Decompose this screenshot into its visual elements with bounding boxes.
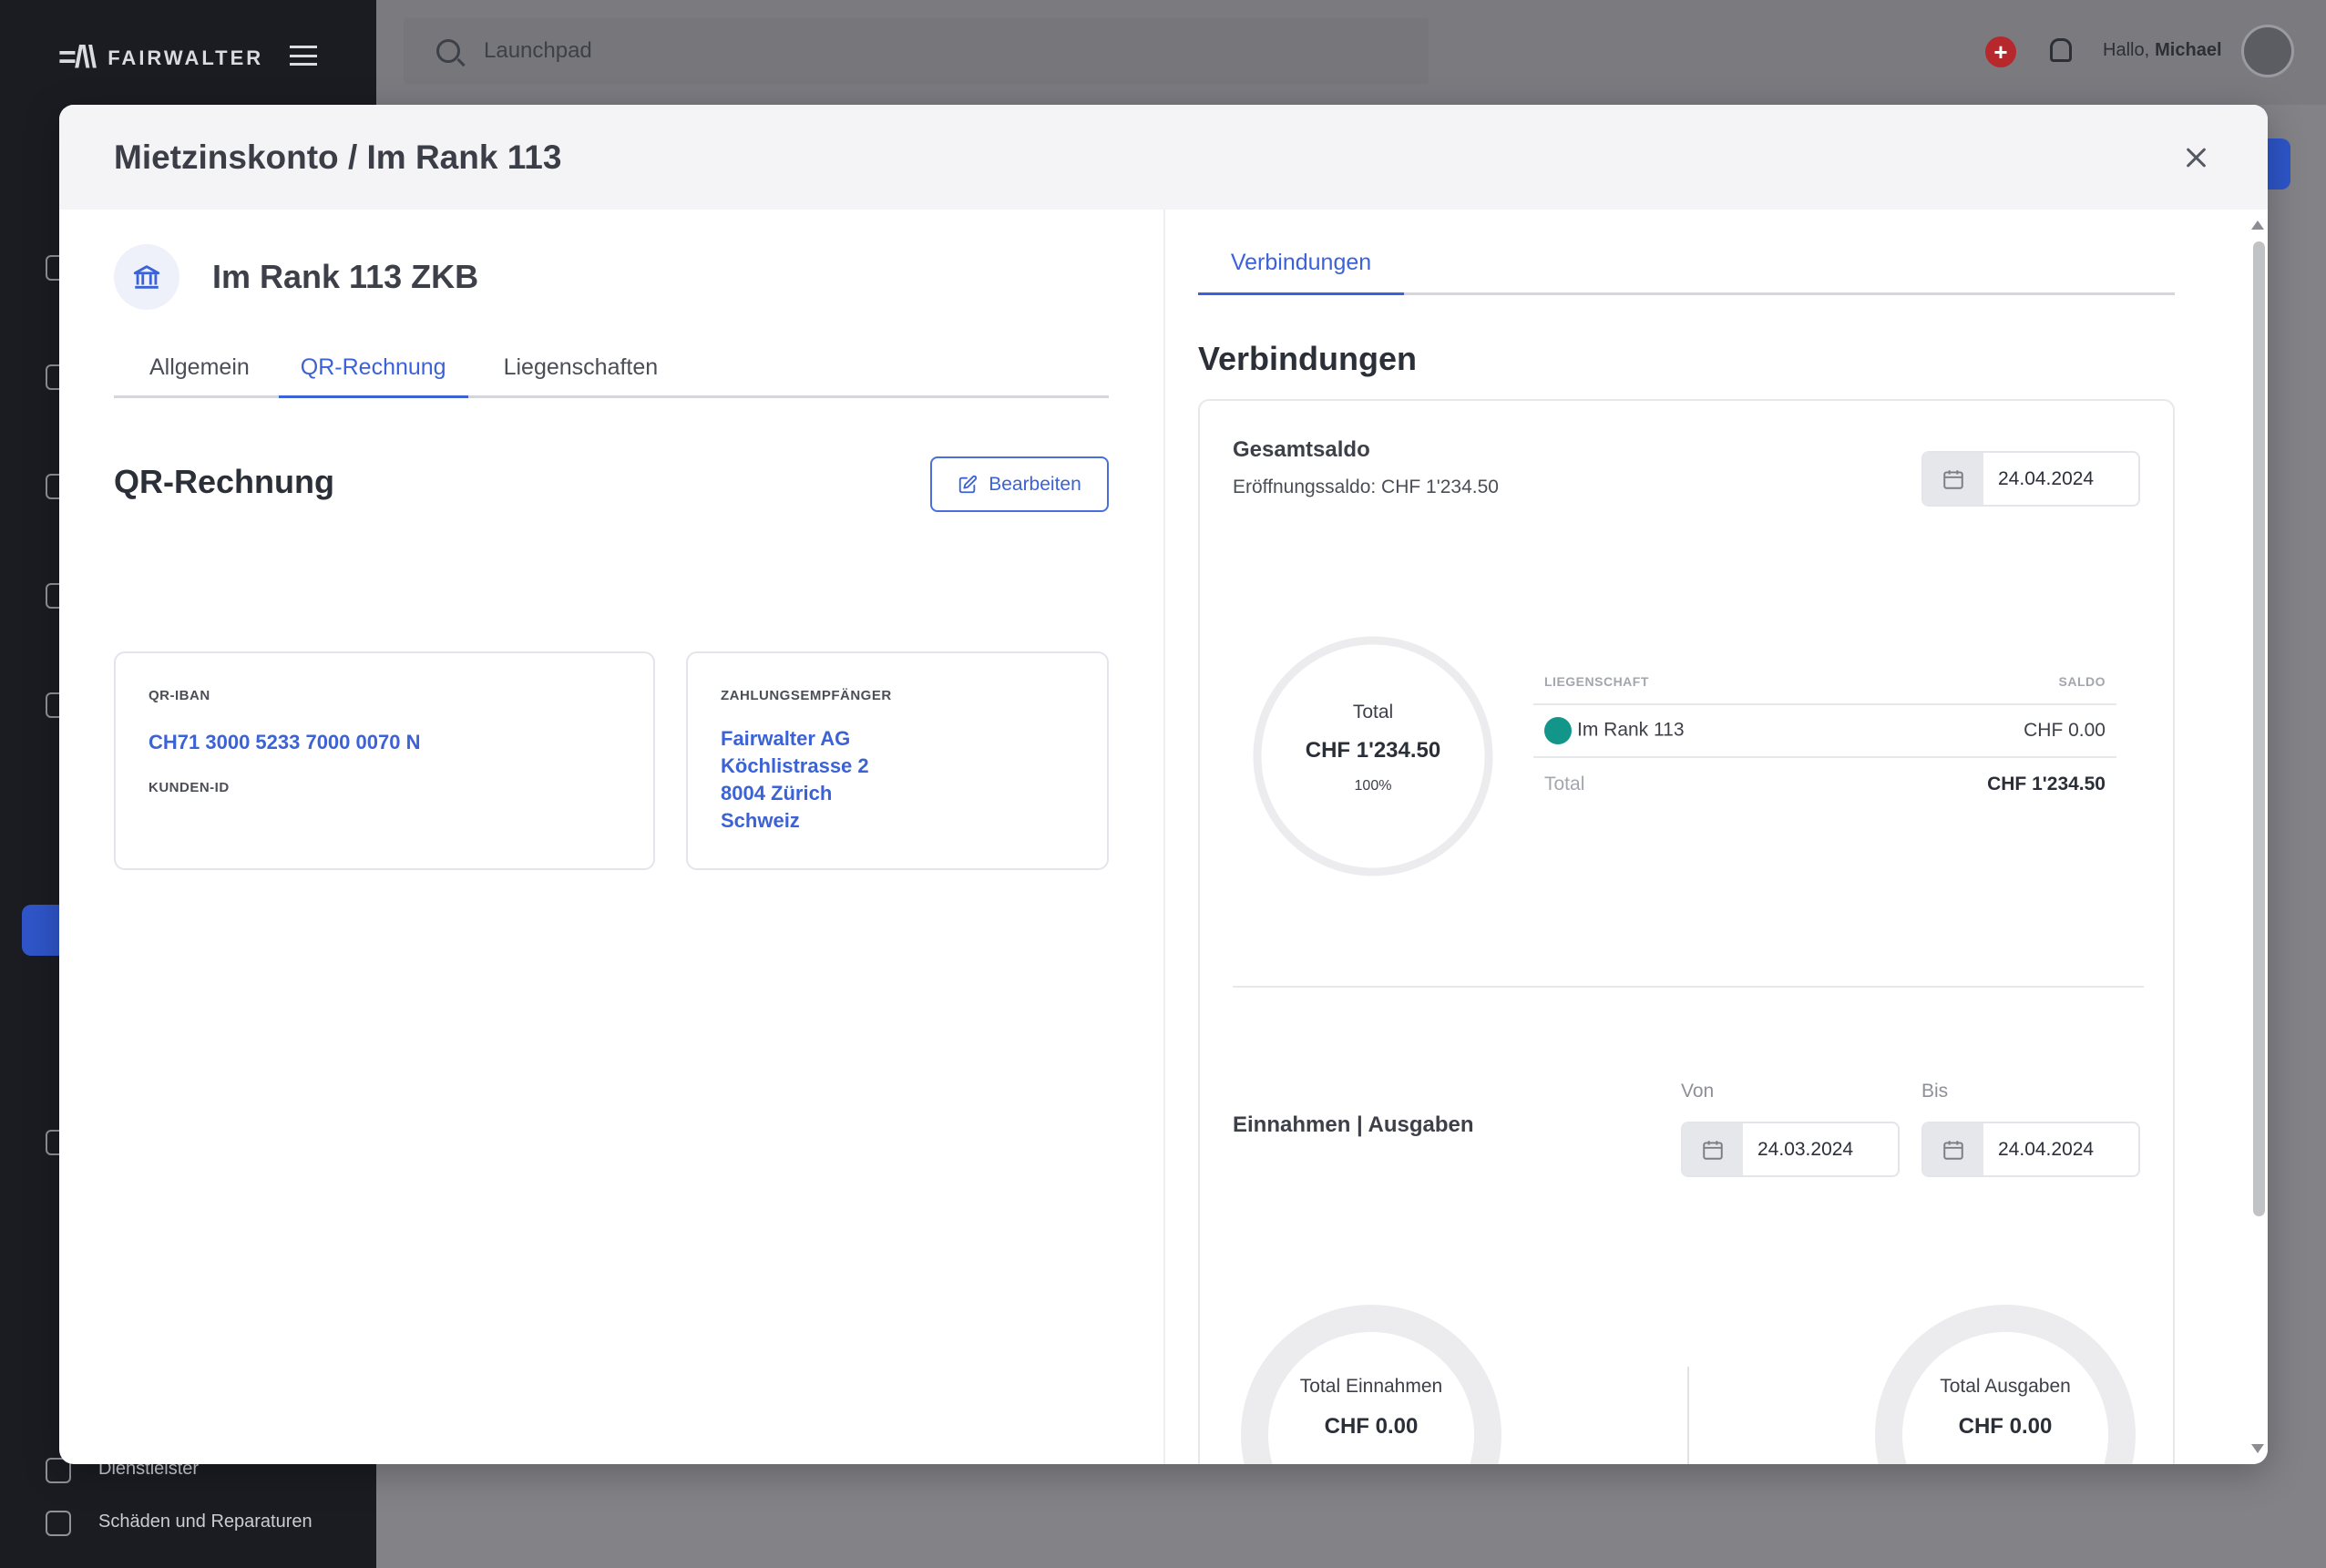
payee-address: Fairwalter AG Köchlistrasse 2 8004 Züric…	[721, 725, 1074, 835]
close-icon[interactable]	[2180, 141, 2213, 174]
search-icon	[436, 39, 460, 63]
connections-column: Verbindungen Verbindungen Gesamtsaldo Er…	[1165, 210, 2249, 1464]
legend-dot	[1544, 717, 1572, 744]
scroll-up-icon[interactable]	[2251, 220, 2264, 230]
user-greeting[interactable]: Hallo, Michael	[2103, 40, 2222, 61]
donut-divider	[1687, 1367, 1689, 1464]
payee-card: ZAHLUNGSEMPFÄNGER Fairwalter AG Köchlist…	[686, 651, 1109, 870]
donut-center: Total CHF 1'234.50 100%	[1245, 702, 1501, 794]
total-balance-title: Gesamtsaldo	[1233, 437, 1370, 462]
account-name: Im Rank 113 ZKB	[212, 258, 479, 295]
table-total-row: Total CHF 1'234.50	[1533, 758, 2116, 811]
account-tabs: Allgemein QR-Rechnung Liegenschaften	[114, 349, 1109, 398]
edit-icon	[959, 475, 978, 493]
row-property: Im Rank 113	[1544, 717, 1685, 744]
donut-amount: CHF 1'234.50	[1305, 738, 1441, 763]
qr-iban-card: QR-IBAN CH71 3000 5233 7000 0070 N KUNDE…	[114, 651, 655, 870]
qr-iban-value: CH71 3000 5233 7000 0070 N	[149, 731, 421, 753]
total-label: Total	[1544, 774, 1585, 794]
payee-label: ZAHLUNGSEMPFÄNGER	[721, 688, 892, 703]
swiss-flag-icon[interactable]: +	[1985, 36, 2016, 67]
menu-toggle-icon[interactable]	[290, 46, 317, 66]
qr-iban-label: QR-IBAN	[149, 688, 210, 703]
scrollbar-thumb[interactable]	[2253, 241, 2265, 1216]
payee-line: Köchlistrasse 2	[721, 754, 869, 777]
account-header: Im Rank 113 ZKB	[114, 244, 478, 310]
edit-button-label: Bearbeiten	[989, 473, 1081, 495]
donut-percent: 100%	[1354, 778, 1392, 794]
from-label: Von	[1681, 1081, 1715, 1102]
expense-donut-center: Total Ausgaben CHF 0.00	[1869, 1376, 2142, 1440]
tab-verbindungen[interactable]: Verbindungen	[1198, 246, 1404, 295]
tab-qr-rechnung[interactable]: QR-Rechnung	[278, 349, 468, 398]
from-date-value: 24.03.2024	[1757, 1138, 1854, 1160]
donut-label: Total	[1352, 702, 1394, 723]
qr-section-title: QR-Rechnung	[114, 463, 334, 500]
row-balance: CHF 0.00	[2024, 720, 2106, 741]
bell-icon[interactable]	[2050, 38, 2072, 62]
income-label: Total Einnahmen	[1299, 1376, 1443, 1397]
launchpad-search[interactable]: Launchpad	[404, 18, 1429, 84]
income-amount: CHF 0.00	[1324, 1414, 1419, 1439]
calendar-icon	[1923, 453, 1983, 505]
fairwalter-logo-icon: =/\\	[58, 40, 97, 75]
repair-icon	[46, 1511, 71, 1536]
avatar[interactable]	[2241, 25, 2294, 77]
sidebar-item-schaeden[interactable]: Schäden und Reparaturen	[98, 1512, 313, 1532]
modal-header: Mietzinskonto / Im Rank 113	[59, 105, 2268, 210]
balance-panel: Gesamtsaldo Eröffnungssaldo: CHF 1'234.5…	[1198, 399, 2175, 1464]
to-label: Bis	[1921, 1081, 1949, 1102]
connections-tabs: Verbindungen	[1198, 246, 2175, 295]
balance-table: LIEGENSCHAFT SALDO Im Rank 113 CHF 0.00 …	[1533, 674, 2116, 811]
payee-line: 8004 Zürich	[721, 782, 833, 804]
total-value: CHF 1'234.50	[1987, 774, 2106, 794]
col-property: LIEGENSCHAFT	[1544, 674, 1649, 689]
tab-liegenschaften[interactable]: Liegenschaften	[468, 349, 681, 398]
to-date-value: 24.04.2024	[1998, 1138, 2095, 1160]
expense-label: Total Ausgaben	[1940, 1376, 2071, 1397]
table-header: LIEGENSCHAFT SALDO	[1533, 674, 2116, 705]
modal-title: Mietzinskonto / Im Rank 113	[114, 138, 562, 176]
edit-button[interactable]: Bearbeiten	[930, 456, 1109, 512]
search-placeholder: Launchpad	[484, 38, 592, 63]
scroll-down-icon[interactable]	[2251, 1444, 2264, 1453]
from-date-input[interactable]: 24.03.2024	[1681, 1122, 1900, 1177]
tab-allgemein[interactable]: Allgemein	[114, 349, 279, 398]
payee-line: Schweiz	[721, 809, 800, 832]
table-row[interactable]: Im Rank 113 CHF 0.00	[1533, 705, 2116, 758]
calendar-icon	[1923, 1123, 1983, 1175]
col-balance: SALDO	[2058, 674, 2106, 689]
income-donut-center: Total Einnahmen CHF 0.00	[1235, 1376, 1508, 1440]
panel-divider	[1233, 986, 2144, 988]
brand-logo[interactable]: =/\\ FAIRWALTER	[58, 40, 263, 76]
income-expense-title: Einnahmen | Ausgaben	[1233, 1112, 1474, 1137]
to-date-input[interactable]: 24.04.2024	[1921, 1122, 2140, 1177]
payee-line: Fairwalter AG	[721, 727, 851, 750]
connections-section-title: Verbindungen	[1198, 340, 1418, 377]
account-details-column: Im Rank 113 ZKB Allgemein QR-Rechnung Li…	[59, 210, 1163, 1464]
expense-amount: CHF 0.00	[1958, 1414, 2053, 1439]
balance-date-input[interactable]: 24.04.2024	[1921, 451, 2140, 507]
account-modal: Mietzinskonto / Im Rank 113 Im Rank 113 …	[59, 105, 2268, 1464]
customer-id-label: KUNDEN-ID	[149, 780, 230, 795]
opening-balance: Eröffnungssaldo: CHF 1'234.50	[1233, 477, 1499, 497]
bank-icon	[114, 244, 179, 310]
balance-date-value: 24.04.2024	[1998, 467, 2095, 489]
calendar-icon	[1683, 1123, 1743, 1175]
